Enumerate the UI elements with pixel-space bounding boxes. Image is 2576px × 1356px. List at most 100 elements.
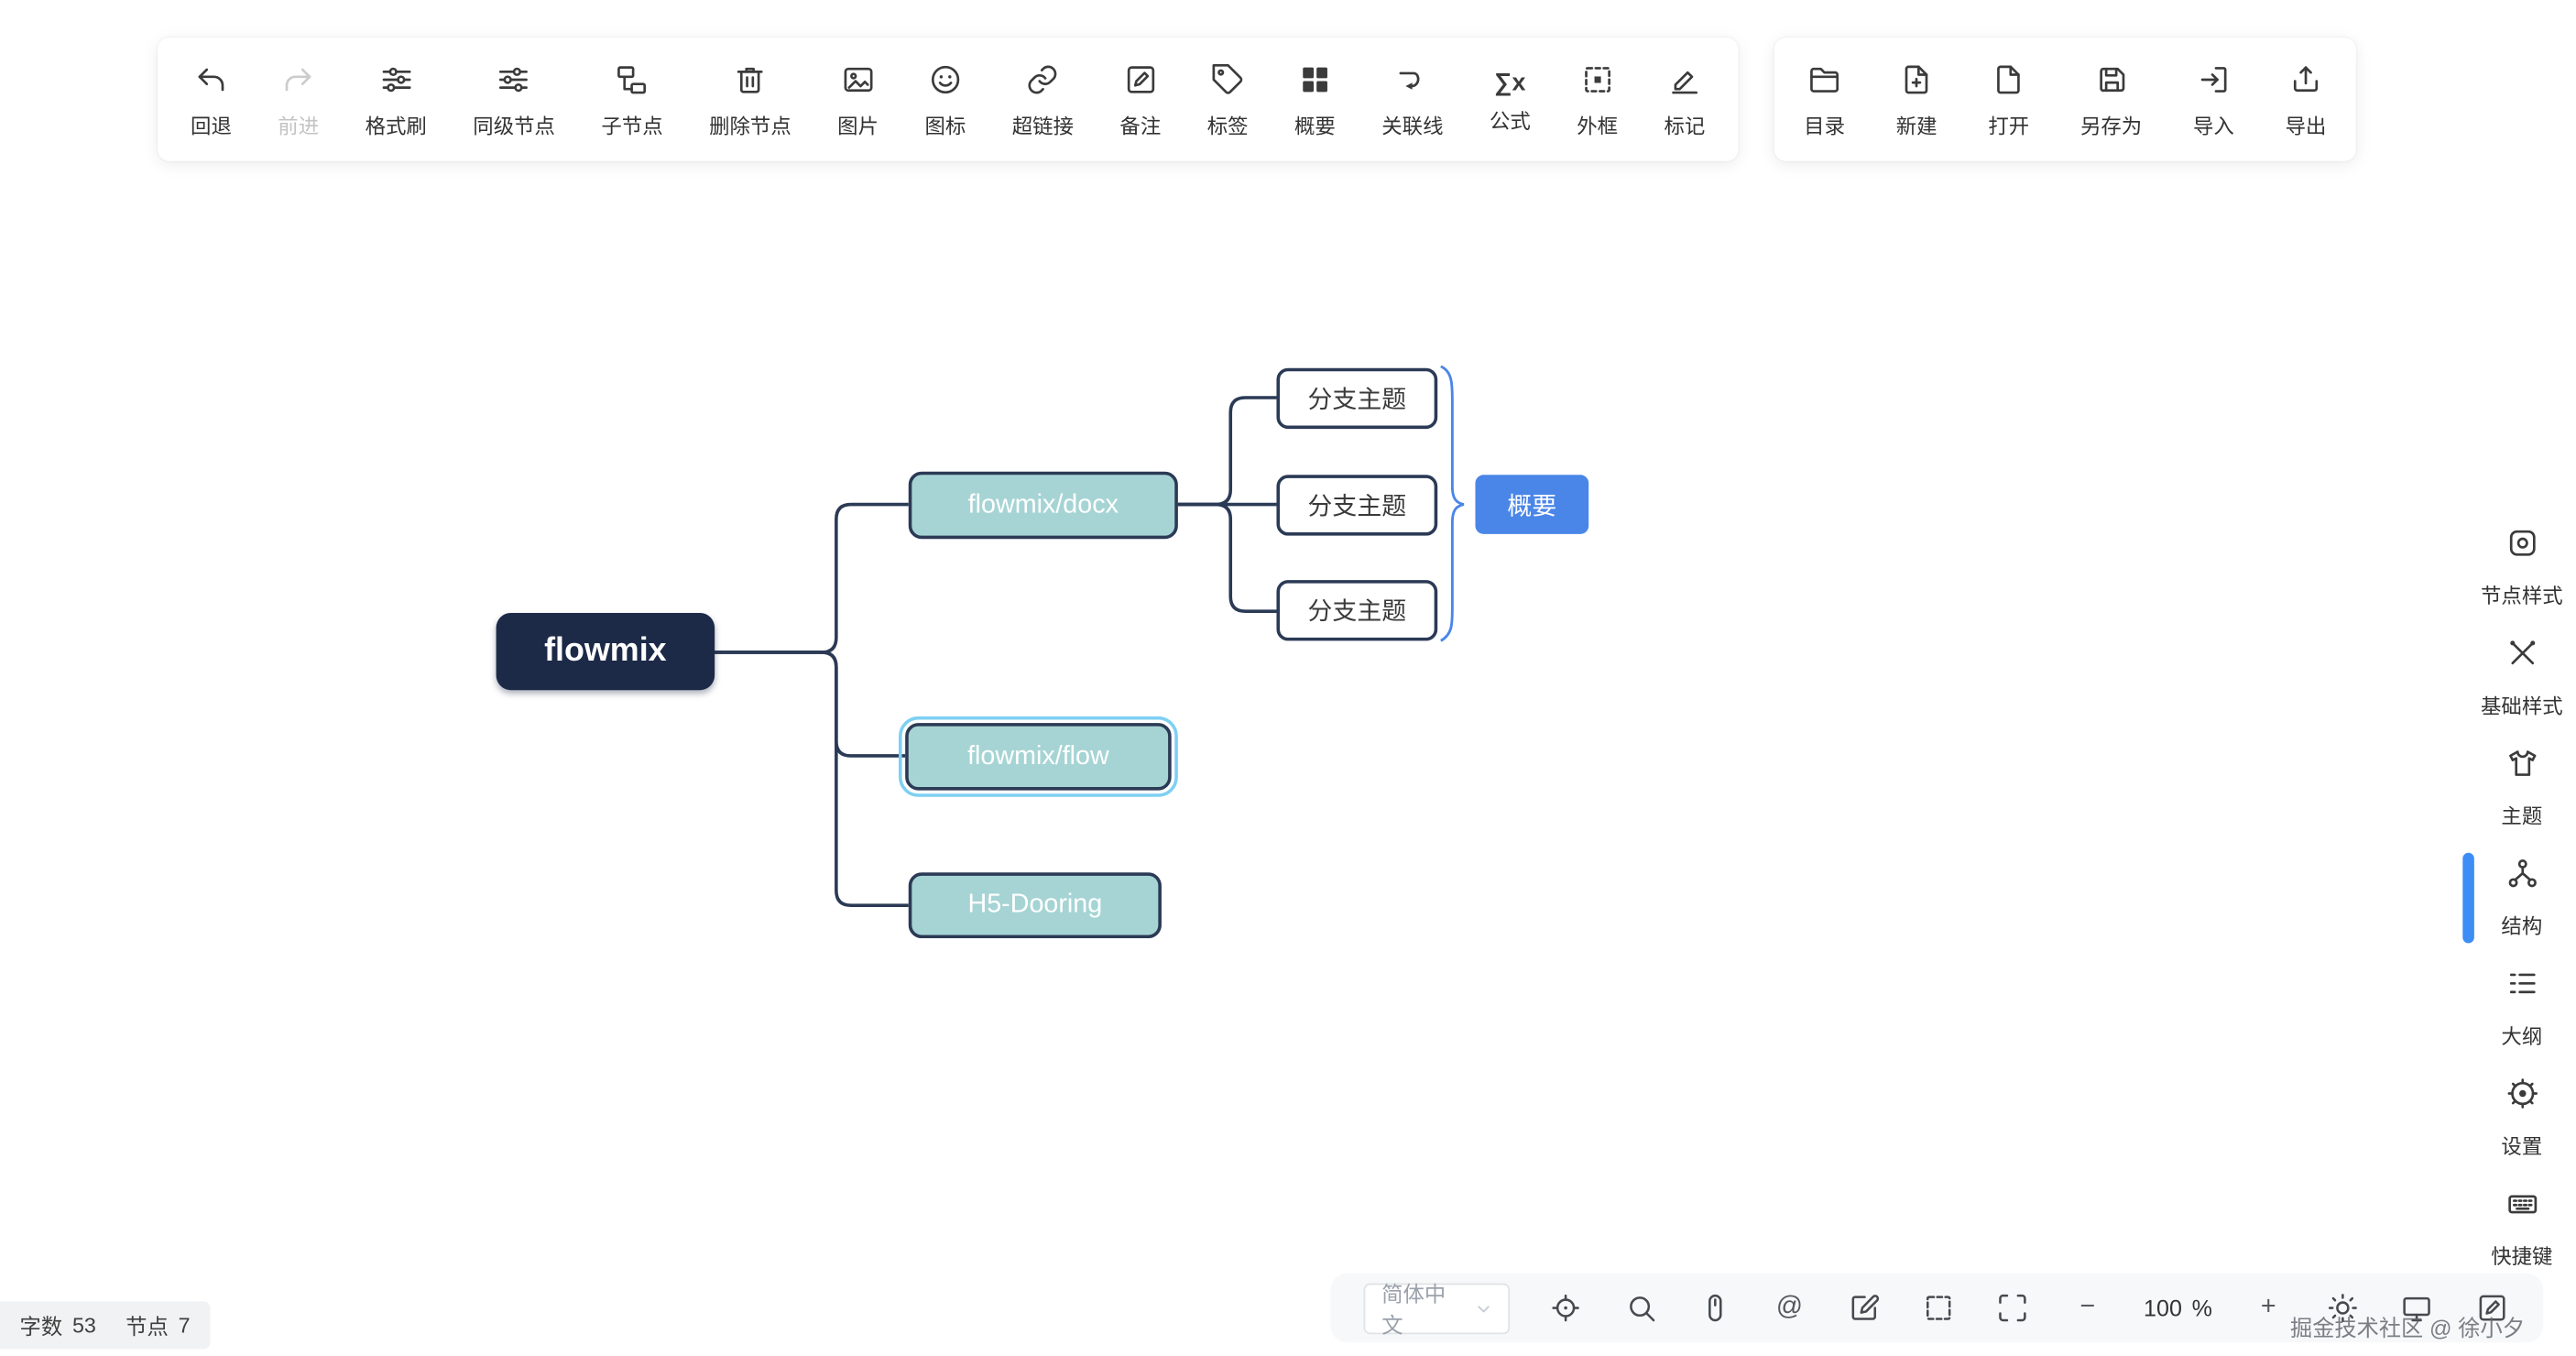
- summary-button[interactable]: 概要: [1294, 62, 1336, 137]
- child-node-button[interactable]: 子节点: [601, 62, 662, 137]
- root-node[interactable]: flowmix: [497, 613, 715, 690]
- hyperlink-button[interactable]: 超链接: [1012, 62, 1074, 137]
- sibling-node-button[interactable]: 同级节点: [473, 62, 555, 137]
- edit-button[interactable]: [1846, 1288, 1883, 1328]
- minimap-button[interactable]: [2399, 1288, 2436, 1328]
- dashed-select-icon: [1922, 1292, 1955, 1325]
- sidebar-item-structure[interactable]: 结构: [2468, 843, 2576, 953]
- undo-button[interactable]: 回退: [191, 62, 232, 137]
- sidebar-label: 主题: [2501, 799, 2542, 830]
- new-file-icon: [1899, 62, 1934, 105]
- link-icon: [1026, 62, 1061, 105]
- right-sidebar: 节点样式 基础样式 主题 结构 大纲 设置 快捷键: [2468, 513, 2576, 1284]
- emoji-icon: [928, 62, 963, 105]
- sidebar-item-node-style[interactable]: 节点样式: [2468, 513, 2576, 623]
- summary-node[interactable]: 概要: [1475, 475, 1588, 534]
- fullscreen-button[interactable]: [1994, 1288, 2031, 1328]
- export-button[interactable]: 导出: [2286, 62, 2327, 137]
- sidebar-label: 大纲: [2501, 1019, 2542, 1050]
- word-count-value: 53: [72, 1313, 96, 1338]
- sidebar-item-basic-style[interactable]: 基础样式: [2468, 623, 2576, 733]
- locate-button[interactable]: [1547, 1288, 1584, 1328]
- relation-line-label: 关联线: [1381, 116, 1443, 137]
- node-h5-dooring[interactable]: H5-Dooring: [909, 872, 1162, 938]
- formula-icon: ∑x: [1494, 66, 1525, 101]
- folder-icon: [1807, 62, 1842, 105]
- sliders-icon: [378, 62, 413, 105]
- format-painter-button[interactable]: 格式刷: [366, 62, 427, 137]
- import-label: 导入: [2193, 116, 2234, 137]
- tag-button[interactable]: 标签: [1207, 62, 1249, 137]
- outer-frame-button[interactable]: 外框: [1577, 62, 1618, 137]
- sidebar-label: 快捷键: [2491, 1239, 2552, 1270]
- node-flowmix-flow-selected[interactable]: flowmix/flow: [905, 723, 1172, 791]
- open-file-label: 打开: [1988, 116, 2029, 137]
- zoom-out-button[interactable]: −: [2069, 1288, 2106, 1328]
- mention-button[interactable]: @: [1771, 1288, 1807, 1328]
- tshirt-icon: [2505, 746, 2539, 789]
- hyperlink-label: 超链接: [1012, 116, 1074, 137]
- bottom-toolbar: 简体中文 @ − 100 % +: [1331, 1274, 2544, 1342]
- sidebar-label: 基础样式: [2481, 688, 2563, 719]
- sidebar-item-outline[interactable]: 大纲: [2468, 953, 2576, 1063]
- image-button[interactable]: 图片: [837, 62, 879, 137]
- undo-icon: [194, 62, 229, 105]
- monitor-icon: [2401, 1292, 2434, 1325]
- import-button[interactable]: 导入: [2193, 62, 2234, 137]
- brightness-button[interactable]: [2325, 1288, 2362, 1328]
- node-flowmix-docx[interactable]: flowmix/docx: [909, 472, 1178, 540]
- child-node-label: 子节点: [601, 116, 662, 137]
- redo-button[interactable]: 前进: [278, 62, 319, 137]
- delete-node-label: 删除节点: [709, 116, 791, 137]
- import-icon: [2197, 62, 2232, 105]
- save-as-button[interactable]: 另存为: [2080, 62, 2142, 137]
- branch-node-2[interactable]: 分支主题: [1276, 475, 1437, 535]
- mark-label: 标记: [1664, 116, 1705, 137]
- mindmap-edges: [0, 0, 2576, 1356]
- formula-label: 公式: [1490, 112, 1531, 132]
- delete-node-button[interactable]: 删除节点: [709, 62, 791, 137]
- language-select[interactable]: 简体中文: [1364, 1283, 1511, 1334]
- sidebar-item-shortcuts[interactable]: 快捷键: [2468, 1173, 2576, 1283]
- sidebar-item-settings[interactable]: 设置: [2468, 1063, 2576, 1173]
- format-painter-label: 格式刷: [366, 116, 427, 137]
- note-button[interactable]: 备注: [1119, 62, 1161, 137]
- sidebar-item-theme[interactable]: 主题: [2468, 733, 2576, 843]
- sliders-icon: [497, 62, 531, 105]
- tag-icon: [1210, 62, 1245, 105]
- toc-button[interactable]: 目录: [1804, 62, 1845, 137]
- branch-node-1[interactable]: 分支主题: [1276, 368, 1437, 429]
- outline-list-icon: [2505, 967, 2539, 1010]
- zoom-value: 100: [2144, 1295, 2182, 1321]
- trash-icon: [733, 62, 768, 105]
- word-count: 字数 53: [20, 1309, 96, 1340]
- zoom-percent-sign: %: [2192, 1295, 2212, 1321]
- note-label: 备注: [1119, 116, 1161, 137]
- word-count-label: 字数: [20, 1309, 63, 1340]
- formula-button[interactable]: ∑x 公式: [1490, 66, 1531, 133]
- branch-node-3[interactable]: 分支主题: [1276, 580, 1437, 640]
- undo-label: 回退: [191, 116, 232, 137]
- annotate-button[interactable]: [2473, 1288, 2510, 1328]
- icon-button[interactable]: 图标: [924, 62, 966, 137]
- marquee-select-button[interactable]: [1920, 1288, 1957, 1328]
- new-file-button[interactable]: 新建: [1896, 62, 1937, 137]
- zoom-level: 100 %: [2144, 1295, 2212, 1321]
- save-as-label: 另存为: [2080, 116, 2142, 137]
- open-file-button[interactable]: 打开: [1988, 62, 2029, 137]
- drag-mode-button[interactable]: [1697, 1288, 1733, 1328]
- relation-line-icon: [1395, 62, 1430, 105]
- child-node-icon: [615, 62, 649, 105]
- mark-button[interactable]: 标记: [1664, 62, 1705, 137]
- new-file-label: 新建: [1896, 116, 1937, 137]
- org-chart-icon: [2505, 856, 2539, 899]
- zoom-in-button[interactable]: +: [2250, 1288, 2287, 1328]
- dashed-frame-icon: [1580, 62, 1615, 105]
- search-button[interactable]: [1622, 1288, 1659, 1328]
- relation-line-button[interactable]: 关联线: [1381, 62, 1443, 137]
- icon-label: 图标: [924, 116, 966, 137]
- language-value: 简体中文: [1381, 1276, 1460, 1339]
- file-icon: [1992, 62, 2026, 105]
- export-label: 导出: [2286, 116, 2327, 137]
- outer-frame-label: 外框: [1577, 116, 1618, 137]
